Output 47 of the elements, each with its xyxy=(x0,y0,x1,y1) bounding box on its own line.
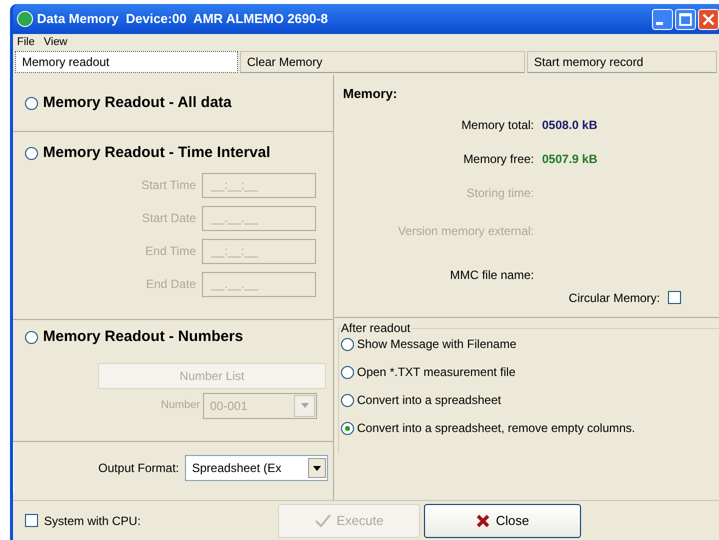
radio-button[interactable] xyxy=(25,330,38,344)
tab[interactable]: Clear Memory xyxy=(240,51,525,73)
field-label: Number xyxy=(160,398,200,414)
close-icon xyxy=(476,514,490,528)
option-label: Open *.TXT measurement file xyxy=(357,364,516,381)
mode-label: Memory Readout - All data xyxy=(43,92,232,113)
field-label: End Time xyxy=(145,243,196,260)
minimize-icon xyxy=(656,22,663,24)
radio-button[interactable] xyxy=(25,96,38,110)
memory-label: Memory free: xyxy=(462,150,534,168)
close-button[interactable] xyxy=(698,8,719,30)
memory-value: 0507.9 kB xyxy=(542,150,598,168)
checkbox[interactable] xyxy=(25,514,38,527)
window-title: Data Memory Device:00 AMR ALMEMO 2690-8 xyxy=(37,10,328,28)
field-label: Start Date xyxy=(142,210,196,227)
mode-label: Memory Readout - Time Interval xyxy=(43,143,270,163)
checkbox[interactable] xyxy=(668,291,681,304)
option-label: Show Message with Filename xyxy=(357,336,516,353)
memory-label: MMC file name: xyxy=(448,266,534,284)
radio-button[interactable] xyxy=(341,366,354,378)
menu-item[interactable]: View xyxy=(44,34,68,51)
radio-button[interactable] xyxy=(341,338,354,350)
app-icon xyxy=(17,11,33,27)
option-label: Convert into a spreadsheet, remove empty columns. xyxy=(357,420,636,437)
field-label: Start Time xyxy=(141,177,196,194)
radio-button[interactable] xyxy=(341,422,354,434)
memory-label: Memory total: xyxy=(460,116,534,134)
tab[interactable]: Memory readout xyxy=(15,51,238,73)
menu-item[interactable]: File xyxy=(17,34,35,51)
minimize-button[interactable] xyxy=(652,8,673,30)
checkmark-icon xyxy=(314,514,330,528)
maximize-button[interactable] xyxy=(675,8,696,30)
section-title: Memory: xyxy=(343,85,398,103)
radio-button[interactable] xyxy=(341,394,354,406)
memory-value: 0508.0 kB xyxy=(542,116,598,134)
radio-button[interactable] xyxy=(25,146,38,160)
close-button[interactable]: Close xyxy=(424,504,581,538)
memory-label: Storing time: xyxy=(466,184,534,202)
option-label: Convert into a spreadsheet xyxy=(357,392,502,409)
tab[interactable]: Start memory record xyxy=(527,51,717,73)
checkbox-label: System with CPU: xyxy=(44,512,141,530)
field-label: Output Format: xyxy=(98,460,179,477)
output-format-dropdown[interactable]: Spreadsheet (Ex xyxy=(185,455,328,481)
field-label: End Date xyxy=(146,276,196,293)
mode-label: Memory Readout - Numbers xyxy=(43,327,244,347)
checkbox-label: Circular Memory: xyxy=(568,290,660,306)
memory-label: Version memory external: xyxy=(396,222,534,240)
